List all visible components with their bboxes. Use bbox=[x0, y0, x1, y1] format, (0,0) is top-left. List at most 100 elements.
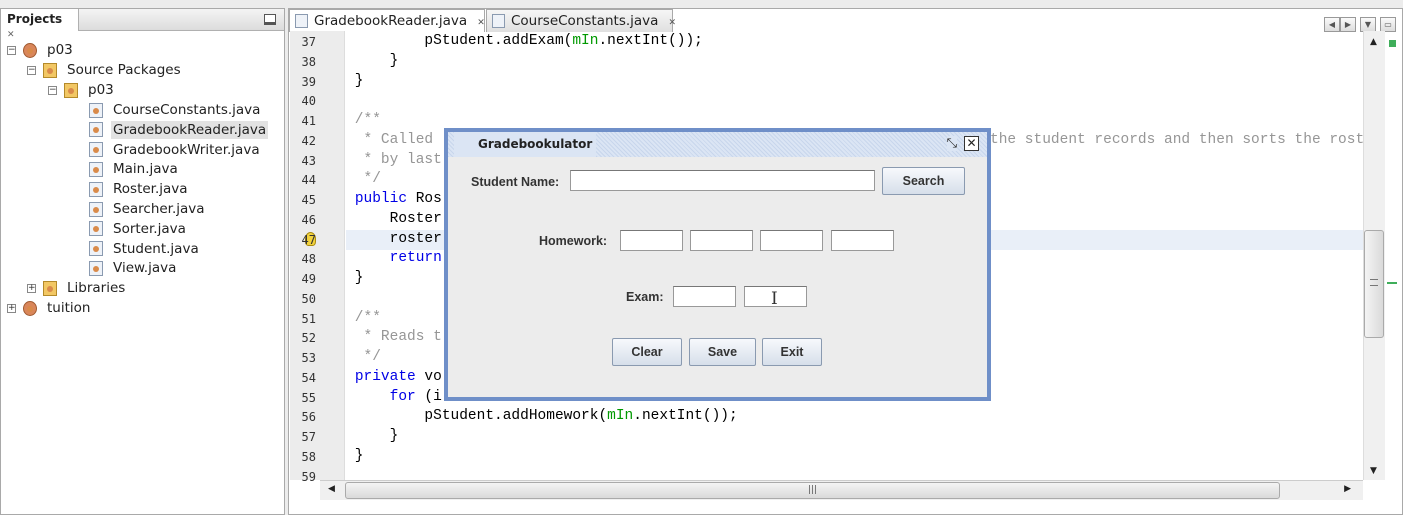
code-line: public Ros bbox=[354, 191, 442, 207]
dialog-title-bar[interactable]: Gradebookulator ⤡ ✕ bbox=[448, 132, 987, 157]
code-line: * Called bbox=[320, 131, 434, 148]
line-number: 46 bbox=[301, 212, 316, 227]
line-number: 45 bbox=[301, 193, 316, 207]
line-number: 37 bbox=[301, 35, 316, 49]
vertical-scroll-thumb[interactable] bbox=[1364, 230, 1384, 338]
project-icon bbox=[23, 300, 37, 316]
tab-label: CourseConstants.java bbox=[511, 13, 659, 29]
clear-button[interactable]: Clear bbox=[612, 338, 682, 366]
close-icon[interactable]: ✕ bbox=[964, 136, 979, 151]
code-line: /** bbox=[320, 309, 381, 326]
scroll-tabs-left-button[interactable]: ◀ bbox=[1324, 17, 1340, 32]
gradebookulator-dialog: Gradebookulator ⤡ ✕ Student Name: Search… bbox=[444, 128, 991, 401]
line-number: 59 bbox=[301, 469, 316, 484]
line-number: 48 bbox=[301, 252, 316, 267]
tree-item-label: p03 bbox=[47, 42, 73, 58]
tab-gradebookreader[interactable]: GradebookReader.java ✕ bbox=[289, 9, 485, 32]
scroll-down-icon[interactable]: ▼ bbox=[1370, 466, 1377, 476]
line-number: 53 bbox=[301, 351, 316, 365]
homework-input-2[interactable] bbox=[690, 230, 753, 251]
code-line: pStudent.addHomework(mIn.nextInt()); bbox=[320, 408, 738, 425]
expand-icon[interactable]: + bbox=[27, 284, 36, 293]
collapse-icon[interactable]: − bbox=[27, 66, 36, 75]
scroll-right-icon[interactable]: ▶ bbox=[1344, 484, 1351, 494]
homework-input-4[interactable] bbox=[831, 230, 894, 251]
student-name-input[interactable] bbox=[570, 170, 875, 191]
collapse-icon[interactable]: − bbox=[48, 86, 57, 95]
line-number: 40 bbox=[301, 94, 316, 109]
code-line: roster bbox=[320, 230, 442, 247]
exam-label: Exam: bbox=[626, 290, 664, 304]
tree-item[interactable]: Main.java bbox=[89, 160, 180, 179]
scroll-up-icon[interactable]: ▲ bbox=[1370, 37, 1377, 47]
tree-item[interactable]: p03 bbox=[64, 81, 116, 100]
tree-item-label: tuition bbox=[47, 300, 91, 316]
projects-tab[interactable]: Projects ✕ bbox=[1, 9, 79, 40]
line-number: 39 bbox=[301, 74, 316, 89]
tree-item[interactable]: Libraries bbox=[43, 279, 127, 298]
projects-title: Projects bbox=[7, 12, 63, 26]
exam-input-1[interactable] bbox=[673, 286, 736, 307]
tree-item[interactable]: CourseConstants.java bbox=[89, 101, 262, 120]
tree-item[interactable]: GradebookWriter.java bbox=[89, 141, 262, 160]
java-file-icon bbox=[89, 102, 103, 118]
student-name-label: Student Name: bbox=[471, 175, 560, 189]
package-icon bbox=[64, 82, 78, 98]
code-line: } bbox=[320, 270, 364, 286]
save-button[interactable]: Save bbox=[689, 338, 756, 366]
line-number: 56 bbox=[301, 410, 316, 425]
search-button[interactable]: Search bbox=[882, 167, 965, 195]
line-number: 57 bbox=[301, 430, 316, 444]
tree-item-label: CourseConstants.java bbox=[113, 102, 261, 118]
collapse-icon[interactable]: − bbox=[7, 46, 16, 55]
code-line: private vo bbox=[354, 368, 442, 385]
line-number: 44 bbox=[301, 173, 316, 188]
line-number: 47 bbox=[301, 232, 316, 247]
tree-item-label: Libraries bbox=[67, 280, 126, 296]
homework-label: Homework: bbox=[539, 234, 608, 248]
horizontal-scroll-thumb[interactable]: ||| bbox=[345, 482, 1280, 499]
tree-item[interactable]: p03 bbox=[23, 41, 75, 60]
tab-label: GradebookReader.java bbox=[314, 13, 468, 29]
close-icon[interactable]: ✕ bbox=[668, 18, 676, 28]
error-stripe-mark[interactable] bbox=[1387, 282, 1397, 284]
tree-item-label: Source Packages bbox=[67, 62, 181, 78]
homework-input-3[interactable] bbox=[760, 230, 823, 251]
scroll-left-icon[interactable]: ◀ bbox=[328, 484, 335, 494]
expand-icon[interactable]: + bbox=[7, 304, 16, 313]
java-file-icon bbox=[89, 221, 103, 237]
minimize-icon[interactable] bbox=[264, 14, 276, 25]
tree-item[interactable]: Source Packages bbox=[43, 61, 183, 80]
code-line: } bbox=[320, 428, 399, 444]
close-icon[interactable]: ✕ bbox=[7, 30, 15, 40]
restore-icon[interactable]: ⤡ bbox=[946, 136, 957, 151]
show-opened-documents-button[interactable]: ▼ bbox=[1360, 17, 1376, 32]
exit-button[interactable]: Exit bbox=[762, 338, 822, 366]
tree-item[interactable]: tuition bbox=[23, 299, 92, 318]
java-file-icon bbox=[89, 161, 103, 177]
close-icon[interactable]: ✕ bbox=[477, 18, 485, 28]
project-icon bbox=[23, 42, 37, 58]
tree-item[interactable]: Student.java bbox=[89, 240, 201, 259]
folder-icon bbox=[43, 280, 57, 296]
line-number: 42 bbox=[301, 133, 316, 148]
tree-item[interactable]: Searcher.java bbox=[89, 200, 207, 219]
java-file-icon bbox=[89, 142, 103, 158]
tree-item-label: View.java bbox=[113, 260, 177, 277]
tree-item-label: Roster.java bbox=[113, 181, 188, 198]
tree-item[interactable]: Sorter.java bbox=[89, 220, 188, 239]
line-number: 55 bbox=[301, 390, 316, 405]
code-line: } bbox=[320, 72, 364, 89]
tree-item[interactable]: GradebookReader.java bbox=[89, 120, 269, 140]
code-line: * by last bbox=[320, 151, 442, 168]
code-line: return bbox=[389, 250, 442, 267]
tree-item-label: GradebookReader.java bbox=[111, 120, 269, 139]
scroll-tabs-right-button[interactable]: ▶ bbox=[1340, 17, 1356, 32]
maximize-window-button[interactable]: ▭ bbox=[1380, 17, 1396, 32]
homework-input-1[interactable] bbox=[620, 230, 683, 251]
folder-icon bbox=[43, 62, 57, 78]
tree-item[interactable]: Roster.java bbox=[89, 180, 190, 199]
tree-item[interactable]: View.java bbox=[89, 259, 178, 278]
tab-courseconstants[interactable]: CourseConstants.java ✕ bbox=[486, 9, 676, 32]
java-file-icon bbox=[89, 122, 103, 138]
